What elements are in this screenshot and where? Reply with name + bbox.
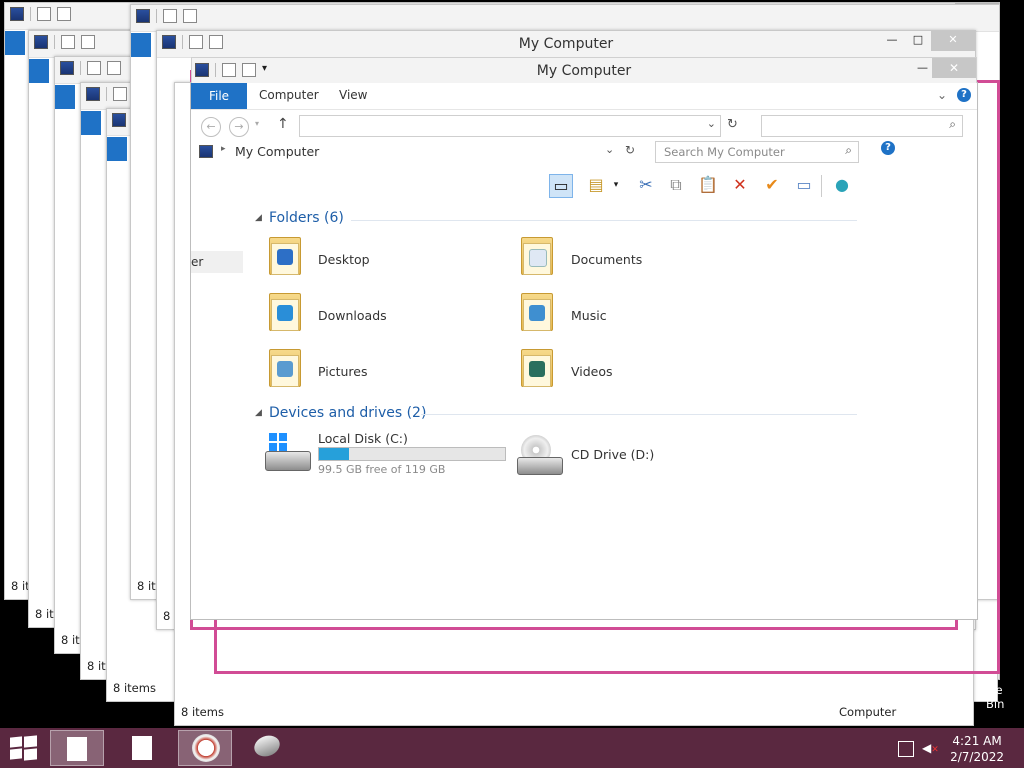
- compass-icon: [192, 734, 220, 762]
- clock-time: 4:21 AM: [952, 734, 1002, 748]
- checkmark-icon[interactable]: ✔: [761, 174, 783, 196]
- inner-search-box[interactable]: Search My Computer ⌕: [655, 141, 859, 163]
- network-icon[interactable]: ●: [831, 174, 853, 196]
- refresh-icon[interactable]: ↻: [625, 143, 635, 157]
- forward-button[interactable]: →: [229, 117, 249, 137]
- computer-icon: [199, 145, 213, 158]
- breadcrumb[interactable]: My Computer: [235, 144, 319, 159]
- folder-pictures-label[interactable]: Pictures: [318, 364, 368, 379]
- mouse-icon: [251, 732, 283, 760]
- details-pane-icon[interactable]: ▭: [549, 174, 573, 198]
- trail-status: 8 items: [113, 681, 156, 695]
- document-icon: [67, 737, 87, 761]
- tab-view[interactable]: View: [339, 88, 367, 102]
- pictures-folder-icon[interactable]: [267, 347, 301, 387]
- minimize-button[interactable]: —: [917, 61, 928, 74]
- taskbar-mouse-app[interactable]: [240, 730, 294, 766]
- collapse-drives-icon[interactable]: ◢: [255, 408, 262, 418]
- up-button[interactable]: ↑: [277, 116, 289, 132]
- folder-music-label[interactable]: Music: [571, 308, 607, 323]
- downloads-folder-icon[interactable]: [267, 291, 301, 331]
- trail-status: 8 it: [11, 579, 30, 593]
- documents-folder-icon[interactable]: [519, 235, 553, 275]
- tab-file[interactable]: File: [191, 83, 247, 109]
- back-button[interactable]: ←: [201, 117, 221, 137]
- chevron-down-icon[interactable]: ▾: [605, 174, 627, 196]
- cd-drive-label[interactable]: CD Drive (D:): [571, 447, 654, 462]
- recycle-bin-label[interactable]: cle Bin: [986, 683, 1024, 711]
- videos-folder-icon[interactable]: [519, 347, 553, 387]
- search-icon: ⌕: [949, 117, 956, 131]
- address-bar[interactable]: ⌄: [299, 115, 721, 137]
- explorer-window: ▾ My Computer — □ ✕ File Computer View ⌄…: [190, 57, 978, 620]
- search-box[interactable]: ⌕: [761, 115, 963, 137]
- search-icon: ⌕: [845, 143, 852, 157]
- help-icon[interactable]: ?: [957, 88, 971, 102]
- nav-pane-item-label: er: [191, 255, 204, 269]
- delete-icon[interactable]: ✕: [729, 174, 751, 196]
- clock-date: 2/7/2022: [950, 750, 1004, 764]
- folders-group-heading[interactable]: Folders (6): [269, 210, 344, 226]
- properties-icon[interactable]: ▤: [585, 174, 607, 196]
- folder-downloads-label[interactable]: Downloads: [318, 308, 387, 323]
- start-button[interactable]: [10, 735, 38, 761]
- local-disk-usage-fill: [319, 448, 349, 460]
- trail-status-location: Computer: [839, 705, 897, 719]
- music-folder-icon[interactable]: [519, 291, 553, 331]
- local-disk-usage-bar: [318, 447, 506, 461]
- collapse-folders-icon[interactable]: ◢: [255, 213, 262, 223]
- refresh-icon[interactable]: ↻: [727, 117, 738, 132]
- ribbon: File Computer View ⌄ ?: [191, 83, 977, 110]
- taskbar-notepad-app[interactable]: [116, 730, 170, 766]
- volume-muted-icon[interactable]: ◀✕: [922, 741, 939, 755]
- cd-drive-icon[interactable]: [517, 433, 565, 477]
- help-icon[interactable]: ?: [881, 141, 895, 155]
- taskbar-document-app[interactable]: [50, 730, 104, 766]
- local-disk-free-text: 99.5 GB free of 119 GB: [318, 463, 446, 476]
- trail-status: 8 items: [181, 705, 224, 719]
- trail-title: My Computer: [518, 36, 614, 52]
- navigation-bar: ← → ▾ ↑ ⌄ ↻ ⌕: [191, 111, 977, 141]
- window-title: My Computer: [536, 63, 632, 79]
- network-icon[interactable]: [898, 741, 914, 757]
- trail-status: 8 it: [87, 659, 106, 673]
- desktop-folder-icon[interactable]: [267, 235, 301, 275]
- copy-icon[interactable]: ⧉: [665, 174, 687, 196]
- close-button[interactable]: ✕: [932, 58, 976, 78]
- folder-desktop-label[interactable]: Desktop: [318, 252, 370, 267]
- trail-status: 8 it: [137, 579, 156, 593]
- folder-videos-label[interactable]: Videos: [571, 364, 613, 379]
- rename-icon[interactable]: ▭: [793, 174, 815, 196]
- address-dropdown-icon[interactable]: ⌄: [707, 117, 716, 130]
- trail-status: 8 it: [61, 633, 80, 647]
- ribbon-expand-chevron-icon[interactable]: ⌄: [937, 88, 947, 102]
- inner-address-row: ▸ My Computer ⌄ ↻ Search My Computer ⌕: [191, 141, 871, 165]
- local-disk-label[interactable]: Local Disk (C:): [318, 431, 408, 446]
- search-placeholder: Search My Computer: [664, 145, 785, 159]
- cut-icon[interactable]: ✂: [635, 174, 657, 196]
- tab-computer[interactable]: Computer: [259, 88, 319, 102]
- taskbar: ◀✕ 4:21 AM 2/7/2022: [0, 728, 1024, 768]
- title-bar[interactable]: ▾ My Computer — □ ✕: [191, 57, 977, 85]
- command-toolbar: ▭ ▤ ▾ ✂ ⧉ 📋 ✕ ✔ ▭ ●: [547, 169, 871, 201]
- document-icon: [132, 736, 152, 760]
- folder-documents-label[interactable]: Documents: [571, 252, 642, 267]
- recent-locations-icon[interactable]: ▾: [255, 119, 259, 128]
- breadcrumb-dropdown-icon[interactable]: ⌄: [605, 143, 614, 156]
- nav-pane-selected[interactable]: er: [191, 251, 243, 273]
- paste-icon[interactable]: 📋: [697, 174, 719, 196]
- trail-status: 8 it: [35, 607, 54, 621]
- clock[interactable]: 4:21 AM 2/7/2022: [950, 733, 1004, 765]
- local-disk-icon[interactable]: [265, 433, 313, 473]
- drives-group-heading[interactable]: Devices and drives (2): [269, 405, 426, 421]
- taskbar-compass-app[interactable]: [178, 730, 232, 766]
